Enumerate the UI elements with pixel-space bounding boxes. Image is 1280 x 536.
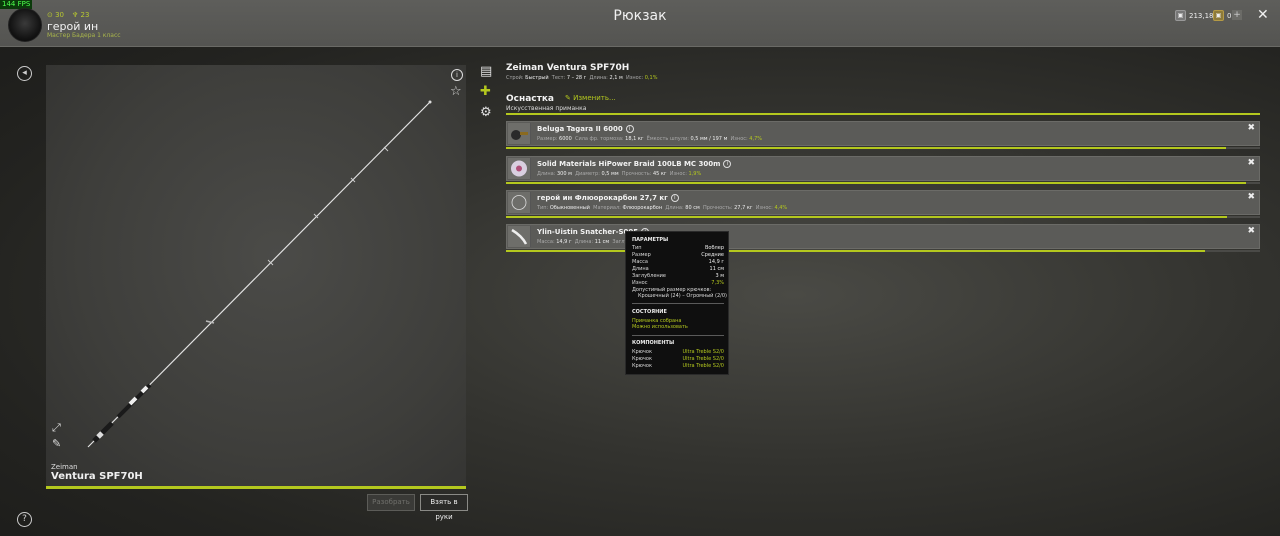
tooltip-component-row: Крючок Ultra Treble S2/0 — [632, 356, 724, 362]
rod-brand: Zeiman — [51, 463, 78, 471]
reel-thumb-icon — [511, 130, 528, 140]
change-rig-link[interactable]: ✎ Изменить... — [565, 94, 616, 102]
tooltip-param-row: Износ 7,3% — [632, 280, 724, 286]
favorite-star-icon[interactable]: ☆ — [450, 84, 462, 99]
tooltip-param-row: Тип Воблер — [632, 245, 724, 251]
silver-currency: ▣ 213,18 — [1175, 10, 1214, 21]
tooltip-components-title: КОМПОНЕНТЫ — [632, 340, 675, 346]
tooltip-params-title: ПАРАМЕТРЫ — [632, 237, 669, 243]
remove-slot-icon[interactable]: ✖ — [1247, 226, 1255, 236]
rename-pencil-icon[interactable]: ✎ — [52, 437, 61, 450]
tooltip-component-row: Крючок Ultra Treble S2/0 — [632, 363, 724, 369]
rig-title: Оснастка — [506, 94, 555, 104]
info-icon[interactable]: i — [451, 69, 463, 81]
remove-slot-icon[interactable]: ✖ — [1247, 123, 1255, 133]
slot-condition-bar — [506, 216, 1227, 218]
rod-illustration — [87, 100, 432, 448]
silver-amount: 213,18 — [1189, 11, 1214, 20]
tooltip-state-title: СОСТОЯНИЕ — [632, 309, 667, 315]
lure-thumb-icon — [511, 228, 528, 245]
disassemble-button[interactable]: Разобрать — [367, 494, 415, 511]
rod-full-title: Zeiman Ventura SPF70H — [506, 63, 630, 73]
slot-item-specs: Длина: 300 м Диаметр: 0,5 мм Прочность: … — [537, 171, 702, 177]
slot-item-name: Solid Materials HiPower Braid 100LB MC 3… — [537, 160, 732, 168]
rod-specs: Строй: Быстрый Тест: 7 – 28 г Длина: 2,1… — [506, 75, 658, 81]
info-icon[interactable]: i — [670, 194, 679, 202]
tab-rig-puzzle-icon[interactable]: ✚ — [480, 84, 491, 99]
lure-tooltip: ПАРАМЕТРЫ Тип Воблер Размер Средние Масса 14,… — [625, 231, 729, 375]
expand-icon[interactable]: ⤢ — [52, 421, 61, 435]
tooltip-component-row: Крючок Ultra Treble S2/0 — [632, 349, 724, 355]
rod-condition-bar — [46, 486, 466, 489]
page-title: Рюкзак — [613, 8, 667, 24]
slot-item-name: Beluga Tagara II 6000 i — [537, 125, 634, 133]
gold-currency: ▣ 0 — [1213, 10, 1231, 21]
tab-settings-gear-icon[interactable]: ⚙ — [480, 105, 492, 120]
tooltip-param-row: Масса 14,9 г — [632, 259, 724, 265]
slot-condition-bar — [506, 250, 1205, 252]
info-icon[interactable]: i — [723, 160, 732, 168]
help-icon[interactable]: ? — [17, 512, 32, 527]
slot-thumbnail — [508, 226, 531, 247]
line-spool-icon — [511, 160, 527, 177]
rod-viewer[interactable] — [46, 65, 466, 488]
slot-thumbnail — [508, 158, 531, 179]
silver-coin-icon: ▣ — [1175, 10, 1186, 21]
gold-coin-icon: ▣ — [1213, 10, 1224, 21]
tooltip-param-row: Заглубление 3 м — [632, 273, 724, 279]
top-bar: 144 FPS ⊙ 30 ♆ 23 герой ин Мастер Бадера… — [0, 0, 1280, 47]
info-icon[interactable]: i — [625, 125, 634, 133]
rig-slot[interactable]: Beluga Tagara II 6000 i Размер: 6000 Сила … — [506, 121, 1260, 146]
rig-type: Искусственная приманка — [506, 105, 587, 112]
rig-slot[interactable]: Solid Materials HiPower Braid 100LB MC 3… — [506, 156, 1260, 181]
remove-slot-icon[interactable]: ✖ — [1247, 192, 1255, 202]
state-usable: Можно использовать — [632, 324, 688, 330]
tooltip-divider — [632, 335, 724, 336]
tab-description-icon[interactable]: ▤ — [480, 64, 492, 79]
rig-divider — [506, 113, 1260, 115]
slot-item-name: герой ин Флюорокарбон 27,7 кг i — [537, 194, 679, 202]
add-currency-button[interactable]: + — [1232, 10, 1242, 20]
player-subtitle: Мастер Бадера 1 класс — [47, 32, 121, 39]
slot-item-specs: Тип: Обыкновенный Материал: Флюорокарбон… — [537, 205, 788, 211]
slot-condition-bar — [506, 147, 1226, 149]
back-icon[interactable]: ◂ — [17, 66, 32, 81]
slot-item-specs: Размер: 6000 Сила фр. тормоза: 18,1 кг Ё… — [537, 136, 762, 142]
hook-size-value: Крошечный (24) – Огромный (2/0) — [638, 293, 727, 299]
rig-slot[interactable]: Ylin-Uistin Snatcher-S005iМасса: 14,9 г … — [506, 224, 1260, 249]
leader-coil-icon — [511, 195, 527, 210]
remove-slot-icon[interactable]: ✖ — [1247, 158, 1255, 168]
rig-slot[interactable]: герой ин Флюорокарбон 27,7 кг i Тип: Обыкн… — [506, 190, 1260, 215]
gold-amount: 0 — [1227, 11, 1232, 20]
tooltip-param-row: Длина 11 см — [632, 266, 724, 272]
tooltip-divider — [632, 303, 724, 304]
slot-thumbnail — [508, 192, 531, 213]
take-in-hands-button[interactable]: Взять в руки — [420, 494, 468, 521]
tooltip-param-row: Размер Средние — [632, 252, 724, 258]
slot-thumbnail — [508, 123, 531, 144]
slot-condition-bar — [506, 182, 1246, 184]
close-button[interactable]: ✕ — [1257, 7, 1269, 23]
rod-model: Ventura SPF70H — [51, 471, 143, 482]
